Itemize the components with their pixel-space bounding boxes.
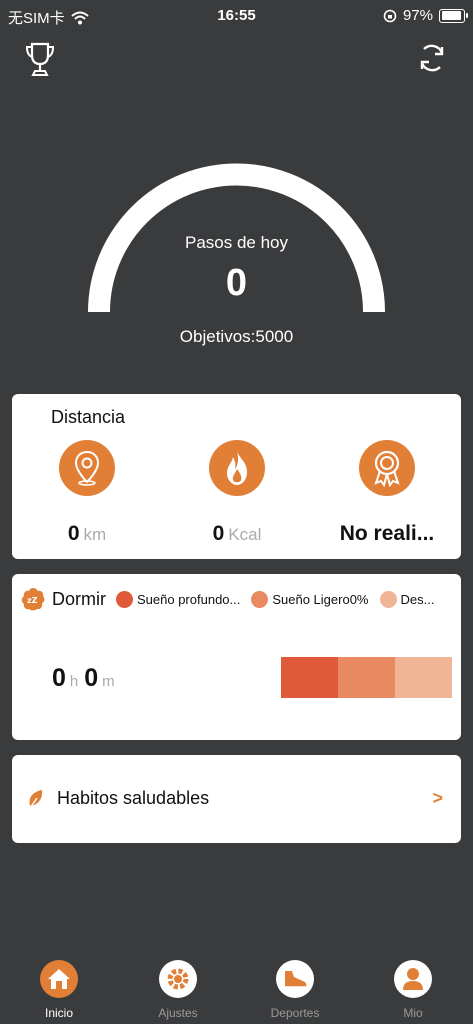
calories-metric: 0 Kcal (177, 440, 297, 546)
awake-segment (395, 657, 452, 698)
deep-sleep-segment (281, 657, 338, 698)
location-pin-icon (59, 440, 115, 496)
sleep-minutes: 0 (84, 664, 99, 692)
person-icon (394, 960, 432, 998)
chevron-right-icon[interactable]: > (432, 788, 443, 809)
habits-card[interactable]: Habitos saludables > (12, 755, 461, 843)
legend-light-sleep: Sueño Ligero0% (251, 590, 369, 608)
minutes-unit: m (102, 673, 115, 690)
sleep-card[interactable]: zZ Dormir Sueño profundo... Sueño Ligero… (12, 574, 461, 740)
goal-status-metric: No reali... (312, 440, 462, 546)
tab-label: Deportes (270, 1006, 320, 1020)
distance-value: 0 (67, 522, 80, 545)
tab-deportes[interactable]: Deportes (255, 960, 335, 1020)
sleep-icon: zZ (21, 588, 45, 611)
distance-metric: 0 km (27, 440, 147, 546)
tab-label: Ajustes (158, 1006, 198, 1020)
rotation-lock-icon (383, 9, 397, 22)
sleep-duration: 0h 0m (52, 664, 121, 693)
shoe-icon (276, 960, 314, 998)
gear-icon (159, 960, 197, 998)
tab-label: Mio (403, 1006, 423, 1020)
legend-awake: Des... (379, 590, 434, 608)
tab-inicio[interactable]: Inicio (19, 960, 99, 1020)
tab-ajustes[interactable]: Ajustes (138, 960, 218, 1020)
legend-deep-sleep: Sueño profundo... (116, 590, 240, 608)
steps-title: Pasos de hoy (184, 233, 288, 252)
status-bar: 无SIM卡 16:55 97% (0, 0, 473, 32)
trophy-icon[interactable] (25, 42, 55, 78)
habits-label: Habitos saludables (57, 788, 210, 808)
sync-icon[interactable] (416, 42, 448, 74)
battery-percent: 97% (402, 7, 433, 24)
leaf-icon (29, 789, 43, 808)
tab-label: Inicio (44, 1006, 73, 1020)
sleep-hours: 0 (52, 664, 66, 692)
distance-unit: km (83, 525, 107, 544)
steps-value: 0 (225, 262, 248, 304)
light-sleep-segment (338, 657, 395, 698)
sleep-title: Dormir (52, 588, 106, 609)
sleep-bar (281, 657, 452, 698)
tab-mio[interactable]: Mio (373, 960, 453, 1020)
hours-unit: h (69, 673, 79, 690)
goal-label: Objetivos: (179, 327, 256, 346)
calories-unit: Kcal (228, 525, 262, 544)
award-badge-icon (359, 440, 415, 496)
steps-goal: Objetivos: 5000 (0, 327, 473, 347)
distance-card[interactable]: Distancia 0 km 0 Kcal No reali... (12, 394, 461, 559)
goal-status-value: No reali... (339, 522, 435, 545)
goal-value: 5000 (255, 327, 294, 346)
home-icon (40, 960, 78, 998)
flame-icon (209, 440, 265, 496)
svg-text:zZ: zZ (27, 596, 38, 605)
battery-icon (439, 8, 468, 23)
calories-value: 0 (212, 522, 225, 545)
distance-title: Distancia (51, 407, 126, 427)
